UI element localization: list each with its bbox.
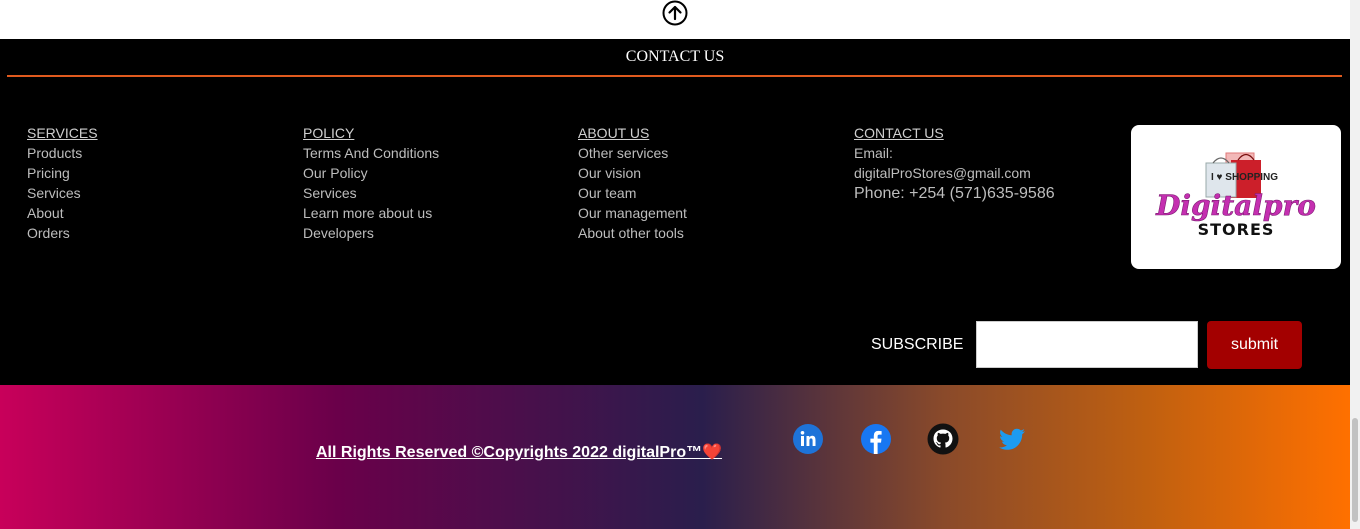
submit-button[interactable]: submit: [1207, 321, 1302, 369]
footer: CONTACT US SERVICES Products Pricing Ser…: [0, 39, 1350, 385]
link-other-services[interactable]: Other services: [578, 143, 687, 163]
logo-tag: I ♥ SHOPPING: [1211, 172, 1278, 183]
link-our-management[interactable]: Our management: [578, 203, 687, 223]
link-developers[interactable]: Developers: [303, 223, 439, 243]
services-column: SERVICES Products Pricing Services About…: [27, 123, 98, 243]
link-services[interactable]: Services: [27, 183, 98, 203]
link-our-policy[interactable]: Our Policy: [303, 163, 439, 183]
email-label: Email:: [854, 145, 893, 161]
link-products[interactable]: Products: [27, 143, 98, 163]
link-our-vision[interactable]: Our vision: [578, 163, 687, 183]
subscribe-email-input[interactable]: [976, 321, 1198, 368]
top-bar: [0, 0, 1350, 39]
logo-subtitle: STORES: [1198, 220, 1275, 239]
subscribe-label: SUBSCRIBE: [871, 336, 964, 353]
about-heading[interactable]: ABOUT US: [578, 123, 687, 143]
facebook-icon[interactable]: [860, 423, 892, 455]
scroll-to-top-icon[interactable]: [662, 0, 688, 26]
scrollbar[interactable]: [1350, 0, 1360, 529]
about-column: ABOUT US Other services Our vision Our t…: [578, 123, 687, 243]
link-learn-more[interactable]: Learn more about us: [303, 203, 439, 223]
linkedin-icon[interactable]: [792, 423, 824, 455]
divider: [7, 75, 1342, 77]
email-link[interactable]: digitalProStores@gmail.com: [854, 163, 1055, 183]
contact-column: CONTACT US Email: digitalProStores@gmail…: [854, 123, 1055, 204]
link-policy-services[interactable]: Services: [303, 183, 439, 203]
bottom-bar: All Rights Reserved ©Copyrights 2022 dig…: [0, 385, 1350, 529]
footer-title: CONTACT US: [625, 48, 725, 65]
contact-heading[interactable]: CONTACT US: [854, 123, 1055, 143]
store-logo: I ♥ SHOPPING Digitalpro STORES: [1131, 125, 1341, 269]
logo-wordmark: Digitalpro: [1155, 189, 1316, 222]
policy-column: POLICY Terms And Conditions Our Policy S…: [303, 123, 439, 243]
link-pricing[interactable]: Pricing: [27, 163, 98, 183]
services-heading[interactable]: SERVICES: [27, 123, 98, 143]
github-icon[interactable]: [927, 423, 959, 455]
link-orders[interactable]: Orders: [27, 223, 98, 243]
link-terms[interactable]: Terms And Conditions: [303, 143, 439, 163]
phone-number: Phone: +254 (571)635-9586: [854, 185, 1055, 202]
logo-image: I ♥ SHOPPING Digitalpro STORES: [1155, 152, 1316, 239]
link-our-team[interactable]: Our team: [578, 183, 687, 203]
policy-heading[interactable]: POLICY: [303, 123, 439, 143]
link-about[interactable]: About: [27, 203, 98, 223]
twitter-icon[interactable]: [996, 423, 1028, 455]
copyright-link[interactable]: All Rights Reserved ©Copyrights 2022 dig…: [316, 442, 722, 462]
scrollbar-thumb[interactable]: [1352, 418, 1358, 522]
link-other-tools[interactable]: About other tools: [578, 223, 687, 243]
